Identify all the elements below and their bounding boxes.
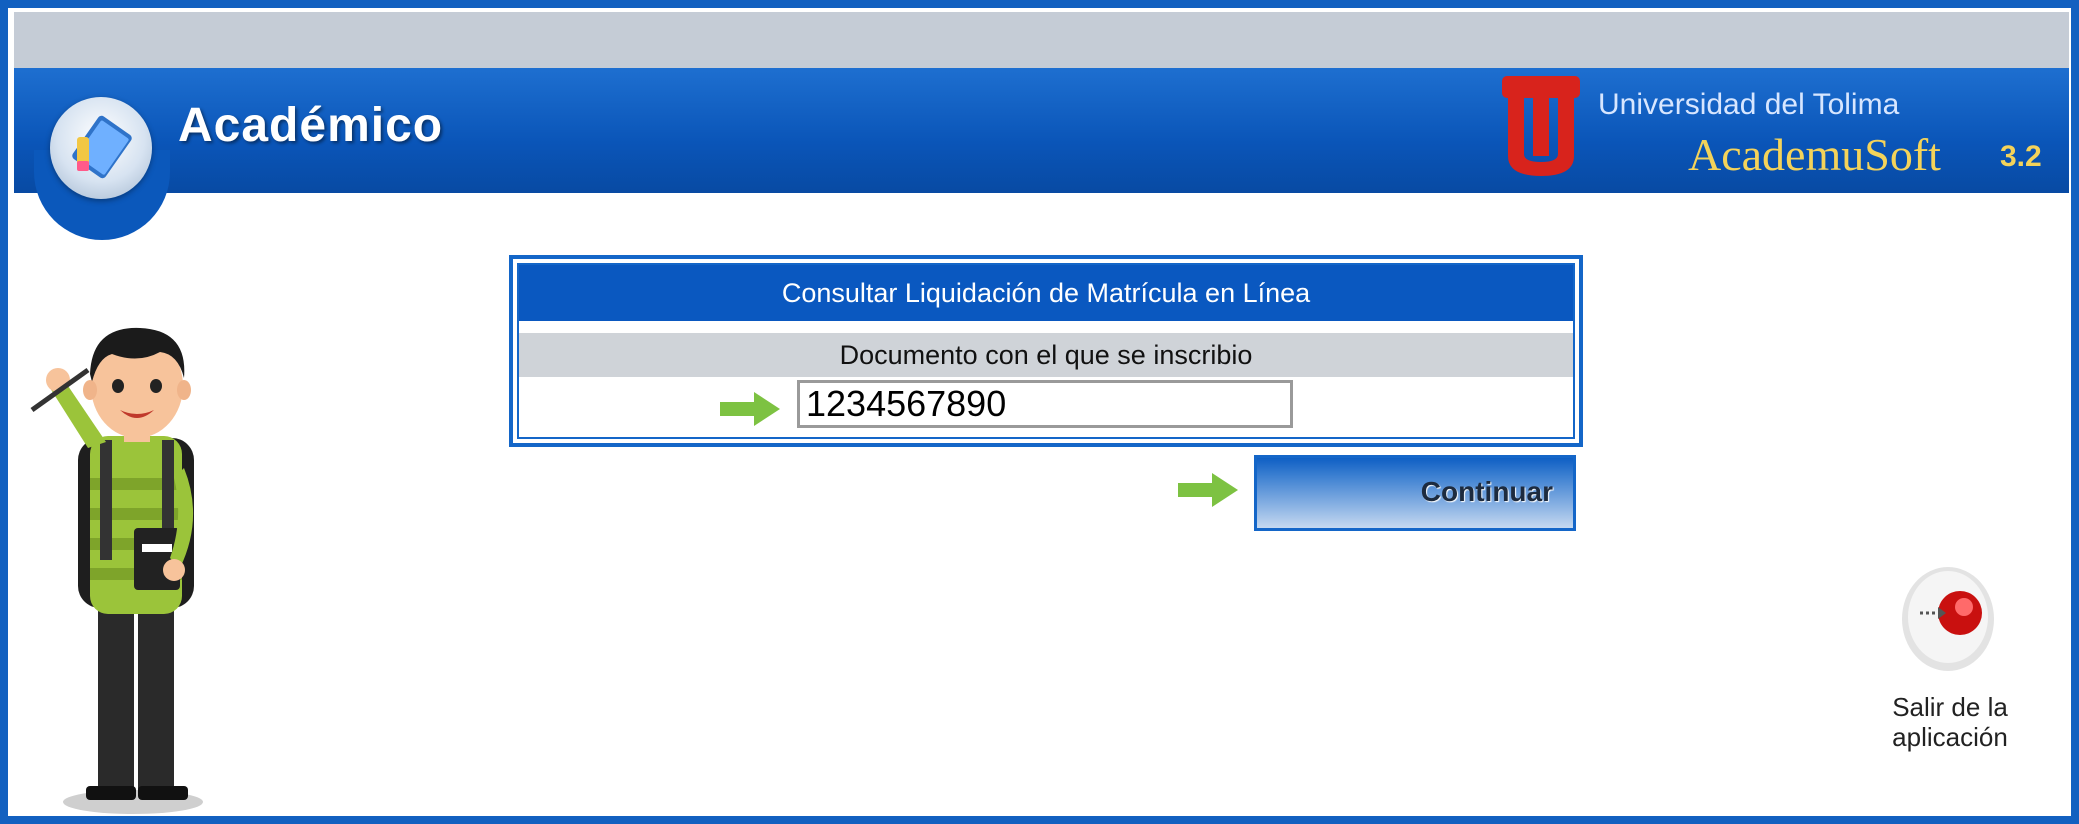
arrow-right-icon <box>1178 473 1238 507</box>
student-illustration <box>30 327 203 814</box>
exit-label-line2: aplicación <box>1892 722 2008 752</box>
university-logo-icon <box>1502 76 1580 176</box>
app-book-icon <box>50 97 152 199</box>
exit-app-icon[interactable] <box>1900 563 1996 671</box>
exit-label-line1: Salir de la <box>1892 692 2008 722</box>
arrow-right-icon <box>720 392 780 426</box>
panel-title: Consultar Liquidación de Matrícula en Lí… <box>519 265 1573 321</box>
continue-button[interactable]: Continuar <box>1254 455 1576 531</box>
product-name: AcademuSoft <box>1688 129 1941 180</box>
document-label: Documento con el que se inscribio <box>519 333 1573 377</box>
app-title: Académico <box>178 99 444 152</box>
university-name: Universidad del Tolima <box>1598 88 1900 121</box>
top-bar <box>14 12 2069 70</box>
product-version: 3.2 <box>2000 140 2042 173</box>
exit-label: Salir de la aplicación <box>1880 692 2020 752</box>
document-input[interactable]: 1234567890 <box>797 380 1293 428</box>
